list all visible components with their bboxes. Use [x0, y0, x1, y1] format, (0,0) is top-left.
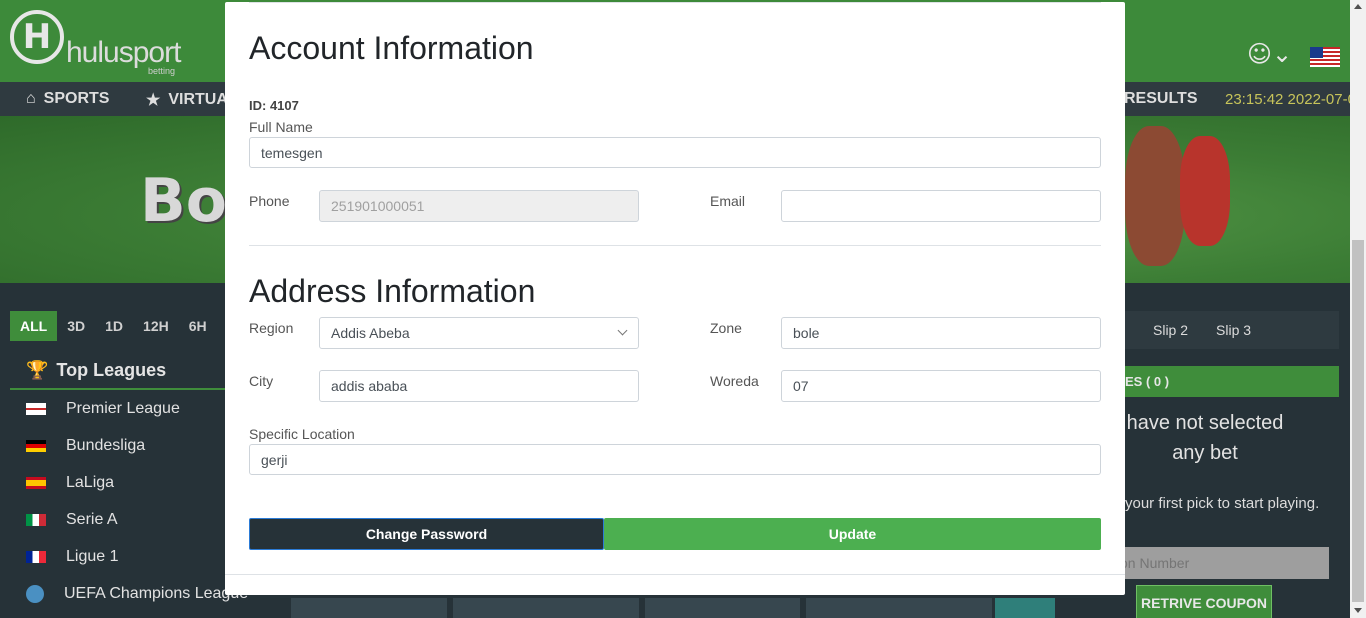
coupon-number-input[interactable]	[1110, 547, 1329, 579]
england-flag-icon	[26, 402, 46, 415]
league-item[interactable]: Ligue 1	[10, 538, 230, 575]
filter-1d[interactable]: 1D	[95, 311, 133, 341]
france-flag-icon	[26, 550, 46, 563]
account-id: ID: 4107	[249, 98, 299, 113]
specific-location-field[interactable]: gerji	[249, 444, 1101, 475]
logo-subtitle: betting	[148, 66, 176, 76]
page-scrollbar[interactable]	[1350, 0, 1366, 618]
filter-12h[interactable]: 12H	[133, 311, 179, 341]
betslip-hint: your first pick to start playing.	[1125, 495, 1320, 512]
chevron-down-icon	[617, 325, 628, 336]
betslip-tabs: Slip 2 Slip 3	[1125, 311, 1339, 349]
tab-slip-2[interactable]: Slip 2	[1153, 322, 1188, 338]
league-item[interactable]: UEFA Champions League	[10, 575, 248, 612]
league-item[interactable]: Serie A	[10, 501, 230, 538]
banner-text: Bo	[140, 166, 227, 236]
tab-slip-3[interactable]: Slip 3	[1216, 322, 1251, 338]
scrollbar-thumb[interactable]	[1352, 240, 1364, 602]
full-name-label: Full Name	[249, 119, 313, 135]
change-password-button[interactable]: Change Password	[249, 518, 604, 550]
league-label: Premier League	[66, 399, 180, 417]
modal-bottom-divider	[225, 574, 1125, 575]
spain-flag-icon	[26, 476, 46, 489]
logo-mark: H	[10, 10, 64, 64]
logo-text: hulusport	[66, 36, 181, 69]
filter-6h[interactable]: 6H	[179, 311, 217, 341]
scroll-up-arrow-icon[interactable]	[1354, 4, 1362, 9]
odds-cell[interactable]	[645, 598, 800, 618]
filter-3d[interactable]: 3D	[57, 311, 95, 341]
league-label: UEFA Champions League	[64, 584, 249, 602]
city-label: City	[249, 373, 274, 389]
home-icon: ⌂	[26, 90, 36, 107]
retrieve-coupon-button[interactable]: RETRIVE COUPON	[1136, 585, 1272, 618]
phone-label: Phone	[249, 193, 290, 209]
update-button[interactable]: Update	[604, 518, 1101, 550]
account-info-title: Account Information	[249, 30, 534, 66]
woreda-label: Woreda	[710, 373, 759, 389]
betslip-empty-message: have not selected any bet	[1126, 412, 1284, 464]
top-leagues-header: 🏆 Top Leagues	[10, 352, 230, 390]
scroll-down-arrow-icon[interactable]	[1354, 608, 1362, 613]
trophy-icon: ★	[146, 92, 161, 109]
more-odds-button[interactable]	[995, 598, 1055, 618]
section-divider	[249, 245, 1101, 246]
top-leagues-panel: 🏆 Top Leagues Premier League Bundesliga …	[10, 352, 248, 612]
email-label: Email	[710, 193, 746, 209]
betslip-header: ES ( 0 )	[1125, 366, 1339, 397]
us-flag-icon[interactable]	[1310, 47, 1340, 67]
league-item[interactable]: LaLiga	[10, 464, 230, 501]
odds-cell[interactable]	[806, 598, 992, 618]
filter-all[interactable]: ALL	[10, 311, 58, 341]
user-account-icon[interactable]: ☺⌄	[1247, 40, 1292, 68]
italy-flag-icon	[26, 513, 46, 526]
account-modal: Account Information ID: 4107 Full Name t…	[225, 2, 1125, 595]
nav-virtual[interactable]: ★ VIRTUA	[146, 90, 228, 110]
nav-results-label: RESULTS	[1124, 90, 1198, 107]
modal-top-divider	[249, 2, 1101, 3]
address-info-title: Address Information	[249, 273, 536, 309]
league-item[interactable]: Premier League	[10, 390, 230, 427]
specific-location-label: Specific Location	[249, 426, 355, 442]
player-figure	[1180, 136, 1230, 246]
top-leagues-title: Top Leagues	[56, 359, 167, 380]
league-label: Serie A	[66, 510, 118, 528]
league-label: Bundesliga	[66, 436, 146, 454]
nav-virtual-label: VIRTUA	[168, 91, 228, 108]
region-label: Region	[249, 320, 294, 336]
zone-label: Zone	[710, 320, 742, 336]
globe-icon	[26, 584, 44, 603]
league-label: Ligue 1	[66, 547, 119, 565]
player-figure	[1125, 126, 1185, 266]
email-field[interactable]	[781, 190, 1101, 222]
match-row[interactable]	[291, 598, 447, 618]
hulusport-logo[interactable]: H hulusport	[10, 10, 181, 70]
time-filter-bar: ALL 3D 1D 12H 6H	[10, 311, 217, 341]
germany-flag-icon	[26, 439, 46, 452]
phone-field: 251901000051	[319, 190, 639, 222]
clock-datetime: 23:15:42 2022-07-0	[1225, 91, 1356, 108]
woreda-field[interactable]: 07	[781, 370, 1101, 402]
nav-results[interactable]: RESULTS	[1124, 90, 1197, 108]
full-name-field[interactable]: temesgen	[249, 137, 1101, 168]
league-item[interactable]: Bundesliga	[10, 427, 230, 464]
region-select[interactable]: Addis Abeba	[319, 317, 639, 349]
region-value: Addis Abeba	[331, 325, 410, 341]
nav-sports[interactable]: ⌂ SPORTS	[26, 90, 109, 108]
odds-cell[interactable]	[453, 598, 639, 618]
nav-sports-label: SPORTS	[43, 90, 110, 107]
city-field[interactable]: addis ababa	[319, 370, 639, 402]
league-label: LaLiga	[66, 473, 115, 491]
trophy-icon: 🏆	[26, 359, 49, 380]
zone-field[interactable]: bole	[781, 317, 1101, 349]
